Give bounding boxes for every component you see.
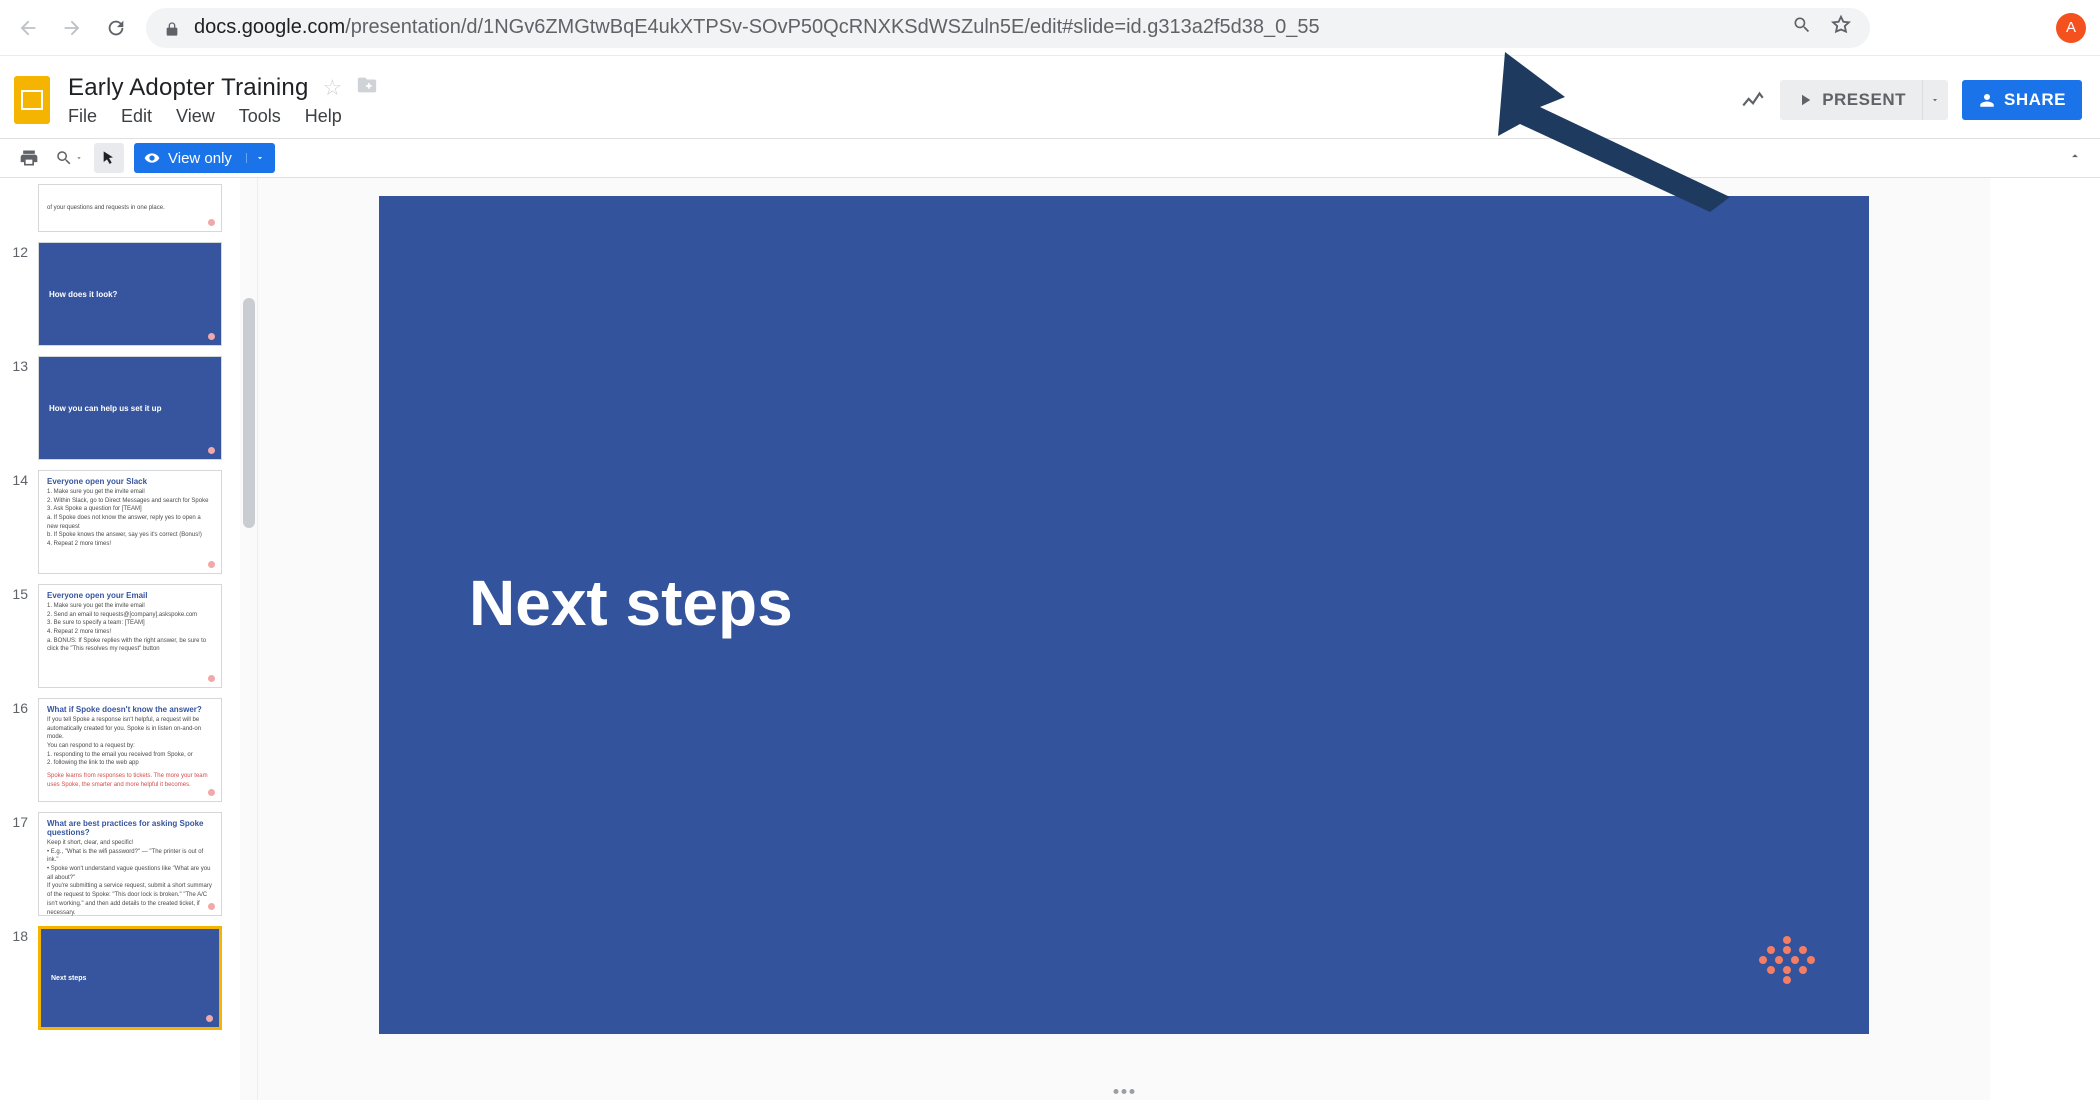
menu-file[interactable]: File bbox=[68, 106, 97, 127]
thumb-group[interactable]: 13How you can help us set it up bbox=[10, 356, 228, 460]
zoom-tool[interactable] bbox=[54, 143, 84, 173]
thumb-number: 12 bbox=[10, 242, 28, 346]
thumb-dot-icon bbox=[208, 219, 215, 226]
browser-bar: docs.google.com/presentation/d/1NGv6ZMGt… bbox=[0, 0, 2100, 56]
slide-thumbnail[interactable]: Everyone open your Email1. Make sure you… bbox=[38, 584, 222, 688]
toolbar: View only bbox=[0, 138, 2100, 178]
slide-canvas[interactable]: Next steps bbox=[379, 196, 1869, 1034]
collapse-toolbar-icon[interactable] bbox=[2068, 149, 2082, 168]
slide-thumbnail[interactable]: What if Spoke doesn't know the answer?If… bbox=[38, 698, 222, 802]
document-title[interactable]: Early Adopter Training bbox=[68, 74, 309, 102]
slide-thumbnail[interactable]: How you can help us set it up bbox=[38, 356, 222, 460]
right-gutter bbox=[1990, 178, 2100, 1100]
filmstrip[interactable]: of your questions and requests in one pl… bbox=[0, 178, 240, 1100]
thumb-number: 17 bbox=[10, 812, 28, 916]
thumb-group[interactable]: 15Everyone open your Email1. Make sure y… bbox=[10, 584, 228, 688]
print-button[interactable] bbox=[14, 143, 44, 173]
activity-icon[interactable] bbox=[1740, 87, 1766, 113]
slide-thumbnail[interactable]: Everyone open your Slack1. Make sure you… bbox=[38, 470, 222, 574]
present-button[interactable]: PRESENT bbox=[1780, 80, 1922, 120]
star-document-icon[interactable]: ☆ bbox=[323, 75, 343, 101]
select-tool[interactable] bbox=[94, 143, 124, 173]
star-icon[interactable] bbox=[1830, 14, 1852, 42]
url-text: docs.google.com/presentation/d/1NGv6ZMGt… bbox=[194, 16, 1778, 39]
view-only-button[interactable]: View only bbox=[134, 143, 275, 173]
move-icon[interactable] bbox=[356, 74, 378, 101]
menu-help[interactable]: Help bbox=[305, 106, 342, 127]
thumb-dot-icon bbox=[208, 789, 215, 796]
thumb-number: 15 bbox=[10, 584, 28, 688]
scrollbar-thumb[interactable] bbox=[243, 298, 255, 528]
menu-view[interactable]: View bbox=[176, 106, 215, 127]
zoom-icon[interactable] bbox=[1792, 15, 1812, 41]
canvas-area[interactable]: Next steps bbox=[258, 178, 1990, 1100]
slides-logo-icon[interactable] bbox=[14, 76, 50, 124]
thumb-group[interactable]: 14Everyone open your Slack1. Make sure y… bbox=[10, 470, 228, 574]
lock-icon bbox=[164, 20, 180, 36]
thumb-dot-icon bbox=[208, 333, 215, 340]
menu-edit[interactable]: Edit bbox=[121, 106, 152, 127]
profile-avatar[interactable]: A bbox=[2056, 13, 2086, 43]
slide-title: Next steps bbox=[469, 566, 793, 640]
thumb-group[interactable]: 12How does it look? bbox=[10, 242, 228, 346]
thumb-number: 18 bbox=[10, 926, 28, 1030]
thumb-number: 13 bbox=[10, 356, 28, 460]
app-header: Early Adopter Training ☆ File Edit View … bbox=[0, 56, 2100, 138]
thumb-dot-icon bbox=[208, 561, 215, 568]
thumb-number: 14 bbox=[10, 470, 28, 574]
thumb-group[interactable]: 17What are best practices for asking Spo… bbox=[10, 812, 228, 916]
thumb-number bbox=[10, 184, 28, 232]
thumb-dot-icon bbox=[206, 1015, 213, 1022]
reload-button[interactable] bbox=[102, 14, 130, 42]
slide-thumbnail[interactable]: What are best practices for asking Spoke… bbox=[38, 812, 222, 916]
thumb-group[interactable]: 16What if Spoke doesn't know the answer?… bbox=[10, 698, 228, 802]
thumb-number: 16 bbox=[10, 698, 28, 802]
logo-dots-icon bbox=[1757, 934, 1817, 984]
slide-thumbnail[interactable]: Next steps bbox=[38, 926, 222, 1030]
menu-bar: File Edit View Tools Help bbox=[68, 106, 378, 127]
thumb-dot-icon bbox=[208, 675, 215, 682]
back-button[interactable] bbox=[14, 14, 42, 42]
filmstrip-scrollbar[interactable] bbox=[240, 178, 258, 1100]
slide-thumbnail[interactable]: of your questions and requests in one pl… bbox=[38, 184, 222, 232]
thumb-group[interactable]: 18Next steps bbox=[10, 926, 228, 1030]
workspace: of your questions and requests in one pl… bbox=[0, 178, 2100, 1100]
pane-resizer[interactable] bbox=[1114, 1089, 1135, 1094]
thumb-dot-icon bbox=[208, 447, 215, 454]
forward-button[interactable] bbox=[58, 14, 86, 42]
thumb-dot-icon bbox=[208, 903, 215, 910]
share-button[interactable]: SHARE bbox=[1962, 80, 2082, 120]
menu-tools[interactable]: Tools bbox=[239, 106, 281, 127]
slide-thumbnail[interactable]: How does it look? bbox=[38, 242, 222, 346]
present-dropdown[interactable] bbox=[1922, 80, 1948, 120]
thumb-group[interactable]: of your questions and requests in one pl… bbox=[10, 184, 228, 232]
address-bar[interactable]: docs.google.com/presentation/d/1NGv6ZMGt… bbox=[146, 8, 1870, 48]
